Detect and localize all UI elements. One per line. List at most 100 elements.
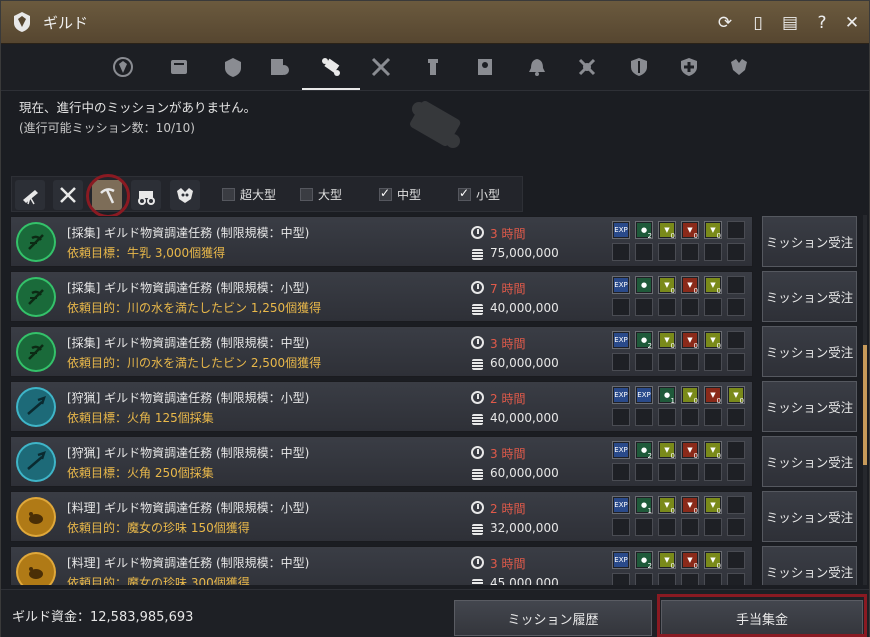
mission-row[interactable]: [採集] ギルド物資調達任務 (制限規模：中型) 依頼目標：牛乳 3,000個獲得… xyxy=(10,216,753,267)
tab-shield-sword[interactable] xyxy=(623,52,655,82)
accept-mission-button[interactable]: ミッション受注 xyxy=(762,546,857,585)
reward-item-slot[interactable]: ● 2 xyxy=(635,221,653,240)
reward-item-slot[interactable]: ▼ 0 xyxy=(681,276,699,295)
accept-mission-button[interactable]: ミッション受注 xyxy=(762,436,857,487)
mission-row[interactable]: [採集] ギルド物資調達任務 (制限規模：小型) 依頼目的：川の水を満たしたビン … xyxy=(10,271,753,322)
accept-mission-button[interactable]: ミッション受注 xyxy=(762,271,857,322)
gathering-icon xyxy=(18,334,54,370)
empty-slot xyxy=(727,298,745,316)
reward-item-slot[interactable]: ▼ 0 xyxy=(704,551,722,570)
reward-item-slot[interactable]: EXP xyxy=(612,496,630,514)
tab-wolf-emblem[interactable] xyxy=(723,52,755,82)
size-checkbox-3[interactable]: 小型 xyxy=(458,186,500,203)
tab-notice-board[interactable] xyxy=(469,52,501,82)
size-checkbox-2[interactable]: 中型 xyxy=(379,186,421,203)
filter-crossed-swords-button[interactable] xyxy=(53,180,83,210)
reward-item-slot[interactable]: ▼ 0 xyxy=(704,221,722,240)
reward-item-slot[interactable]: ● xyxy=(635,276,653,294)
filter-bar: 超大型 大型 中型 小型 xyxy=(11,174,523,218)
size-checkbox-0[interactable]: 超大型 xyxy=(222,186,276,203)
size-checkbox-1[interactable]: 大型 xyxy=(300,186,342,203)
cooking-icon xyxy=(18,554,54,585)
reward-item-slot[interactable]: ▼ 0 xyxy=(681,331,699,350)
tab-bell[interactable] xyxy=(521,52,553,82)
empty-slot xyxy=(704,353,722,371)
mission-history-button[interactable]: ミッション履歴 xyxy=(454,600,652,636)
empty-slot xyxy=(635,408,653,426)
shield-cross-icon xyxy=(681,58,697,76)
tab-guild-members[interactable] xyxy=(217,52,249,82)
reward-item-slot[interactable]: ▼ 0 xyxy=(658,496,676,515)
filter-telescope-button[interactable] xyxy=(15,180,45,210)
accept-mission-button[interactable]: ミッション受注 xyxy=(762,491,857,542)
reward-item-slot[interactable]: ▼ 0 xyxy=(704,386,722,405)
tab-shield-cross[interactable] xyxy=(673,52,705,82)
mission-row[interactable]: [料理] ギルド物資調達任務 (制限規模：小型) 依頼目的：魔女の珍味 150個獲… xyxy=(10,491,753,542)
reward-item-slot[interactable]: EXP xyxy=(612,441,630,459)
reward-item-slot[interactable]: ▼ 0 xyxy=(681,386,699,405)
accept-mission-button[interactable]: ミッション受注 xyxy=(762,216,857,267)
checkbox-box[interactable] xyxy=(458,186,471,201)
mission-row[interactable]: [料理] ギルド物資調達任務 (制限規模：中型) 依頼目的：魔女の珍味 300個獲… xyxy=(10,546,753,585)
filter-monster-button[interactable] xyxy=(170,180,200,210)
reward-item-slot[interactable]: EXP xyxy=(635,386,653,404)
reward-item-slot[interactable]: ▼ 0 xyxy=(681,496,699,515)
guild-members-icon xyxy=(225,58,241,77)
reward-item-slot[interactable]: EXP xyxy=(612,386,630,404)
reward-item-slot[interactable]: ▼ 0 xyxy=(704,441,722,460)
document-icon[interactable]: ▤ xyxy=(779,12,801,34)
reward-item-slot[interactable]: ▼ 0 xyxy=(658,276,676,295)
mission-row[interactable]: [採集] ギルド物資調達任務 (制限規模：中型) 依頼目的：川の水を満たしたビン … xyxy=(10,326,753,377)
allowance-collect-button[interactable]: 手当集金 xyxy=(661,600,863,636)
empty-slot xyxy=(681,353,699,371)
tab-crossed-tools[interactable] xyxy=(365,52,397,82)
tab-guild-quest[interactable] xyxy=(263,52,295,82)
scrollbar-thumb[interactable] xyxy=(863,345,867,465)
mission-list-scrollbar[interactable] xyxy=(863,215,867,585)
reward-item-slot[interactable]: EXP xyxy=(612,276,630,294)
clock-icon xyxy=(471,501,484,514)
reward-item-slot[interactable]: ▼ 0 xyxy=(704,331,722,350)
close-icon[interactable]: ✕ xyxy=(841,12,863,34)
reward-item-slot[interactable]: ● 2 xyxy=(635,551,653,570)
checkbox-box[interactable] xyxy=(222,188,235,201)
reward-item-slot[interactable]: ▼ 0 xyxy=(658,441,676,460)
reward-item-slot[interactable]: ▼ 0 xyxy=(658,331,676,350)
reward-item-slot[interactable]: ▼ 0 xyxy=(681,551,699,570)
reward-item-slot[interactable]: ● 2 xyxy=(635,331,653,350)
filter-pickaxe-button[interactable] xyxy=(86,174,130,218)
tab-crossed-axes[interactable] xyxy=(571,52,603,82)
tab-guild-info[interactable] xyxy=(163,52,195,82)
mobile-icon[interactable]: ▯ xyxy=(747,12,769,34)
accept-mission-button[interactable]: ミッション受注 xyxy=(762,326,857,377)
refresh-icon[interactable]: ⟳ xyxy=(714,12,736,34)
clock-icon xyxy=(471,556,484,569)
tab-tower[interactable] xyxy=(417,52,449,82)
mission-goal: 依頼目標：火角 250個採集 xyxy=(67,466,214,480)
checkbox-box[interactable] xyxy=(300,188,313,201)
reward-item-slot[interactable]: ● 1 xyxy=(635,496,653,515)
accept-mission-button[interactable]: ミッション受注 xyxy=(762,381,857,432)
reward-item-icon: EXP xyxy=(614,388,628,402)
reward-item-slot[interactable]: ● 1 xyxy=(658,386,676,405)
reward-item-slot[interactable]: ▼ 0 xyxy=(704,276,722,295)
reward-item-slot[interactable]: ▼ 0 xyxy=(681,441,699,460)
checkbox-box[interactable] xyxy=(379,186,392,201)
filter-wagon-button[interactable] xyxy=(131,180,161,210)
reward-item-slot[interactable]: ▼ 0 xyxy=(727,386,745,405)
reward-item-count: 0 xyxy=(670,287,675,295)
reward-item-slot[interactable]: ▼ 0 xyxy=(658,551,676,570)
reward-item-slot[interactable]: ▼ 0 xyxy=(704,496,722,515)
reward-item-slot[interactable]: ▼ 0 xyxy=(658,221,676,240)
reward-item-count: 0 xyxy=(716,452,721,460)
reward-item-slot[interactable]: EXP xyxy=(612,221,630,239)
reward-item-slot[interactable]: ▼ 0 xyxy=(681,221,699,240)
reward-item-slot[interactable]: EXP xyxy=(612,551,630,569)
mission-row[interactable]: [狩猟] ギルド物資調達任務 (制限規模：中型) 依頼目標：火角 250個採集 3 … xyxy=(10,436,753,487)
tab-guild-crest[interactable] xyxy=(107,52,139,82)
tab-scroll[interactable] xyxy=(302,52,360,90)
reward-item-slot[interactable]: ● 2 xyxy=(635,441,653,460)
help-icon[interactable]: ? xyxy=(811,12,833,34)
reward-item-slot[interactable]: EXP xyxy=(612,331,630,349)
mission-row[interactable]: [狩猟] ギルド物資調達任務 (制限規模：小型) 依頼目標：火角 125個採集 2 … xyxy=(10,381,753,432)
